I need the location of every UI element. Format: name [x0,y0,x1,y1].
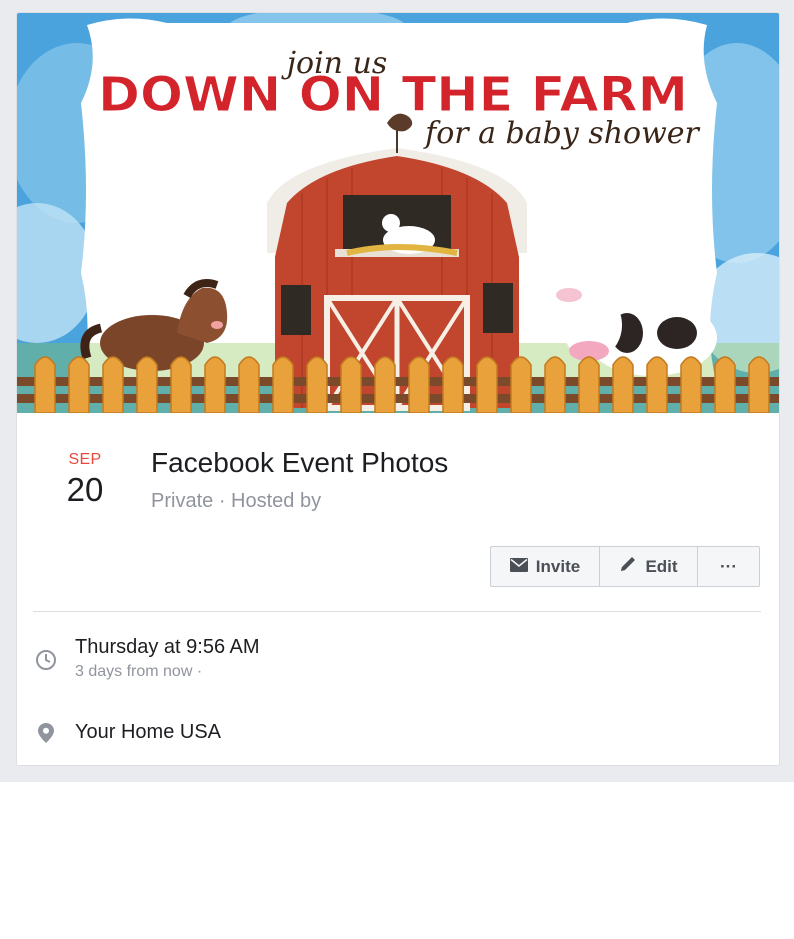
pencil-icon [619,555,637,578]
event-time: Thursday at 9:56 AM [75,636,260,658]
event-location[interactable]: Your Home USA [75,721,221,744]
invite-button[interactable]: Invite [491,547,599,586]
ellipsis-icon: ··· [720,556,737,576]
event-date-month: SEP [68,451,102,468]
edit-label: Edit [645,556,678,576]
section-divider [33,611,761,612]
event-separator: · [218,490,226,512]
event-privacy: Private [151,490,214,512]
event-card: join us DOWN ON THE FARM for a baby show… [16,12,780,766]
more-options-button[interactable]: ··· [697,547,759,586]
envelope-icon [509,557,528,577]
clock-icon [35,649,57,676]
event-title[interactable]: Facebook Event Photos [151,447,448,479]
event-time-relative: 3 days from now · [75,663,203,680]
cover-text-headline: DOWN ON THE FARM [98,67,688,123]
event-cover-photo[interactable]: join us DOWN ON THE FARM for a baby show… [17,13,779,413]
invite-label: Invite [535,556,581,576]
event-subtitle: Private · Hosted by [151,490,321,513]
event-hosted-by: Hosted by [231,490,322,512]
map-pin-icon [38,723,54,748]
edit-button[interactable]: Edit [599,547,697,586]
cover-text-baby-shower: for a baby shower [423,116,700,151]
event-date-day: 20 [66,471,104,508]
event-action-buttons: Invite Edit ··· [490,546,760,587]
